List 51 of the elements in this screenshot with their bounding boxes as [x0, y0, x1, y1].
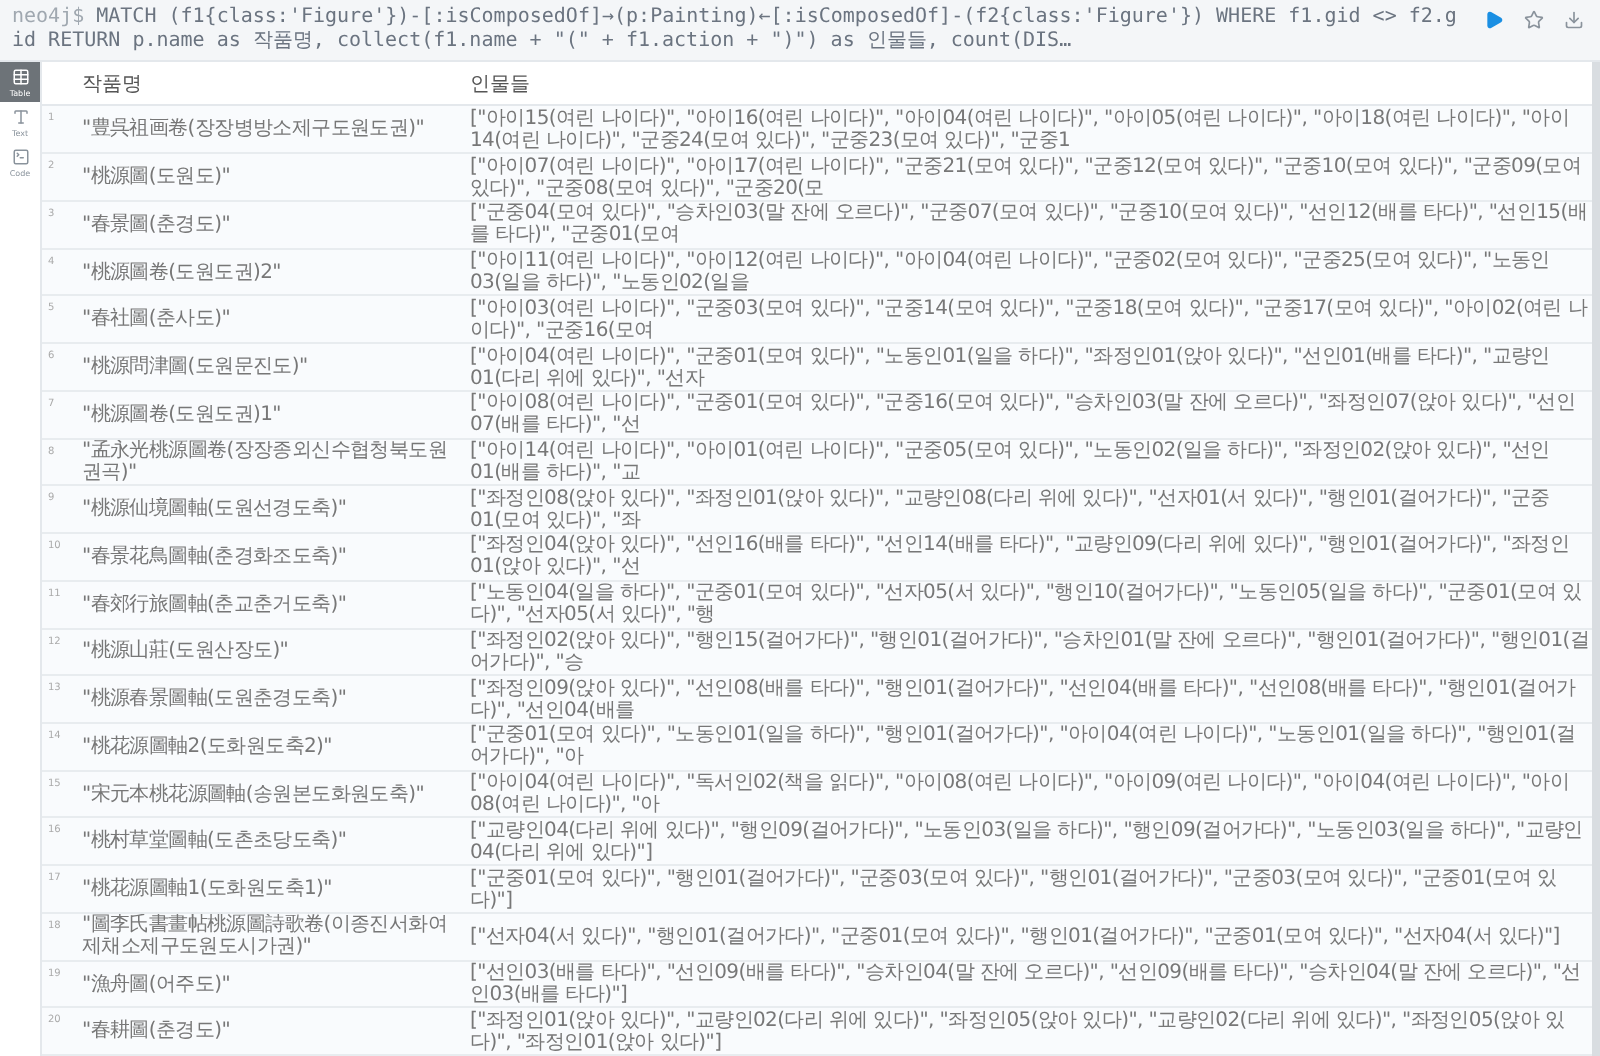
text-icon — [11, 108, 29, 126]
table-cell-text: "春耕圖(춘경도)" — [80, 1020, 233, 1043]
table-cell-text: ["아이14(여린 나이다)", "아이01(여린 나이다)", "군중05(모여 있다)", "노동인02(일을 하다)", "좌정인02(앉아 있다)", "선인01(배를 하다)", "교 — [468, 439, 1552, 484]
table-cell-text: ["군중01(모여 있다)", "행인01(걸어가다)", "군중03(모여 있다)", "행인01(걸어가다)", "군중03(모여 있다)", "군중01(모여 있다)"] — [468, 867, 1559, 912]
table-cell-text: ["아이04(여린 나이다)", "군중01(모여 있다)", "노동인01(일을 하다)", "좌정인01(앉아 있다)", "선인01(배를 타다)", "교량인01(다리 위에 있다)", "선자 — [468, 345, 1552, 389]
column-header: 인물들 — [468, 71, 532, 98]
star-icon — [1524, 10, 1544, 30]
table-cell-text: "桃村草堂圖軸(도촌초당도축)" — [80, 830, 349, 853]
query-editor[interactable]: neo4j$ MATCH (f1{class:'Figure'})-[:isComposedOf]→(p:Painting)←[:isComposedOf]-(f2{class:'Figure'}) WHERE f1.gid <> f2.gid RETURN p.name as 작품명, collect(f1.name + "(" + f1.action + ")") as 인물들, count(DIS… — [12, 6, 1468, 54]
table-cell-text: "宋元本桃花源圖軸(송원본도화원도축)" — [80, 783, 427, 806]
column-header: 작품명 — [80, 71, 144, 98]
table-cell-text: ["아이15(여린 나이다)", "아이16(여린 나이다)", "아이04(여린 나이다)", "아이05(여린 나이다)", "아이18(여린 나이다)", "아이14(여린 나이다)", "군중24(모여 있다)", "군중23(모여 있다)", "군중1 — [468, 107, 1572, 152]
download-button[interactable] — [1560, 6, 1588, 34]
table-cell-text: "孟永光桃源圖卷(장장종외신수협청북도원권곡)" — [80, 439, 450, 484]
terminal-icon — [11, 148, 29, 166]
table-cell-text: ["아이07(여린 나이다)", "아이17(여린 나이다)", "군중21(모여 있다)", "군중12(모여 있다)", "군중10(모여 있다)", "군중09(모여 있다)", "군중08(모여 있다)", "군중20(모 — [468, 155, 1584, 200]
table-icon — [11, 68, 29, 86]
table-cell-text: "圖李氏書畫帖桃源圖詩歌卷(이종진서화여제채소제구도원도시가권)" — [80, 914, 450, 959]
table-cell-text: "春景圖(춘경도)" — [80, 213, 233, 236]
play-icon — [1484, 10, 1504, 30]
table-cell-text: ["좌정인08(앉아 있다)", "좌정인01(앉아 있다)", "교량인08(다리 위에 있다)", "선자01(서 있다)", "행인01(걸어가다)", "군중01(모여 있다)", "좌 — [468, 487, 1552, 532]
table-cell-text: "豊呉祖画卷(장장병방소제구도원도권)" — [80, 118, 427, 141]
favorite-button[interactable] — [1520, 6, 1548, 34]
table-cell-text: "桃源圖卷(도원도권)1" — [80, 403, 283, 426]
table-cell-text: ["군중04(모여 있다)", "승차인03(말 잔에 오르다)", "군중07(모여 있다)", "군중10(모여 있다)", "선인12(배를 타다)", "선인15(배를 타다)", "군중01(모여 — [468, 202, 1590, 247]
table-cell-text: "桃源春景圖軸(도원춘경도축)" — [80, 688, 349, 711]
table-cell-text: ["군중01(모여 있다)", "노동인01(일을 하다)", "행인01(걸어가다)", "아이04(여린 나이다)", "노동인01(일을 하다)", "행인01(걸어가다)", "아 — [468, 724, 1578, 769]
table-cell-text: "桃源圖(도원도)" — [80, 166, 233, 189]
table-cell-text: "桃源仙境圖軸(도원선경도축)" — [80, 498, 349, 521]
table-cell-text: ["교량인04(다리 위에 있다)", "행인09(걸어가다)", "노동인03(일을 하다)", "행인09(걸어가다)", "노동인03(일을 하다)", "교량인04(다리 위에 있다)"] — [468, 819, 1585, 864]
table-cell-text: "桃花源圖軸1(도화원도축1)" — [80, 878, 334, 901]
table-cell-text: ["좌정인01(앉아 있다)", "교량인02(다리 위에 있다)", "좌정인05(앉아 있다)", "교량인02(다리 위에 있다)", "좌정인05(앉아 있다)", "좌정인01(앉아 있다)"] — [468, 1009, 1567, 1054]
table-cell-text: "桃源山莊(도원산장도)" — [80, 640, 291, 663]
table-cell-text: ["좌정인09(앉아 있다)", "선인08(배를 타다)", "행인01(걸어가다)", "선인04(배를 타다)", "선인08(배를 타다)", "행인01(걸어가다)", "선인04(배를 — [468, 677, 1578, 722]
table-cell-text: "桃源問津圖(도원문진도)" — [80, 356, 310, 378]
table-cell-text: ["아이03(여린 나이다)", "군중03(모여 있다)", "군중14(모여 있다)", "군중18(모여 있다)", "군중17(모여 있다)", "아이02(여린 나이다)", "군중16(모여 — [468, 297, 1590, 342]
table-cell-text: "春郊行旅圖軸(춘교춘거도축)" — [80, 593, 349, 616]
table-cell-text: "桃源圖卷(도원도권)2" — [80, 261, 283, 284]
table-cell-text: ["좌정인04(앉아 있다)", "선인16(배를 타다)", "선인14(배를 타다)", "교량인09(다리 위에 있다)", "행인01(걸어가다)", "좌정인01(앉아 있다)", "선 — [468, 534, 1572, 579]
download-icon — [1564, 10, 1584, 30]
table-cell-text: ["노동인04(일을 하다)", "군중01(모여 있다)", "선자05(서 있다)", "행인10(걸어가다)", "노동인05(일을 하다)", "군중01(모여 있다)", "선자05(서 있다)", "행 — [468, 582, 1584, 627]
table-cell-text: "春社圖(춘사도)" — [80, 308, 233, 331]
table-cell-text: "漁舟圖(어주도)" — [80, 973, 233, 996]
table-cell-text: "桃花源圖軸2(도화원도축2)" — [80, 735, 334, 758]
table-cell-text: ["선자04(서 있다)", "행인01(걸어가다)", "군중01(모여 있다)", "행인01(걸어가다)", "군중01(모여 있다)", "선자04(서 있다)"] — [468, 925, 1562, 948]
table-cell-text: ["선인03(배를 타다)", "선인09(배를 타다)", "승차인04(말 잔에 오르다)", "선인09(배를 타다)", "승차인04(말 잔에 오르다)", "선인03(배를 타다)"] — [468, 962, 1583, 1007]
table-cell-text: ["아이04(여린 나이다)", "독서인02(책을 읽다)", "아이08(여린 나이다)", "아이09(여린 나이다)", "아이04(여린 나이다)", "아이08(여린 나이다)", "아 — [468, 772, 1572, 817]
table-cell-text: ["좌정인02(앉아 있다)", "행인15(걸어가다)", "행인01(걸어가다)", "승차인01(말 잔에 오르다)", "행인01(걸어가다)", "행인01(걸어가다)", "승 — [468, 629, 1592, 674]
table-cell-text: ["아이11(여린 나이다)", "아이12(여린 나이다)", "아이04(여린 나이다)", "군중02(모여 있다)", "군중25(모여 있다)", "노동인03(일을 하다)", "노동인02(일을 — [468, 250, 1552, 295]
table-cell-text: ["아이08(여린 나이다)", "군중01(모여 있다)", "군중16(모여 있다)", "승차인03(말 잔에 오르다)", "좌정인07(앉아 있다)", "선인07(배를 타다)", "선 — [468, 392, 1577, 437]
table-cell-text: "春景花鳥圖軸(춘경화조도축)" — [80, 545, 349, 568]
